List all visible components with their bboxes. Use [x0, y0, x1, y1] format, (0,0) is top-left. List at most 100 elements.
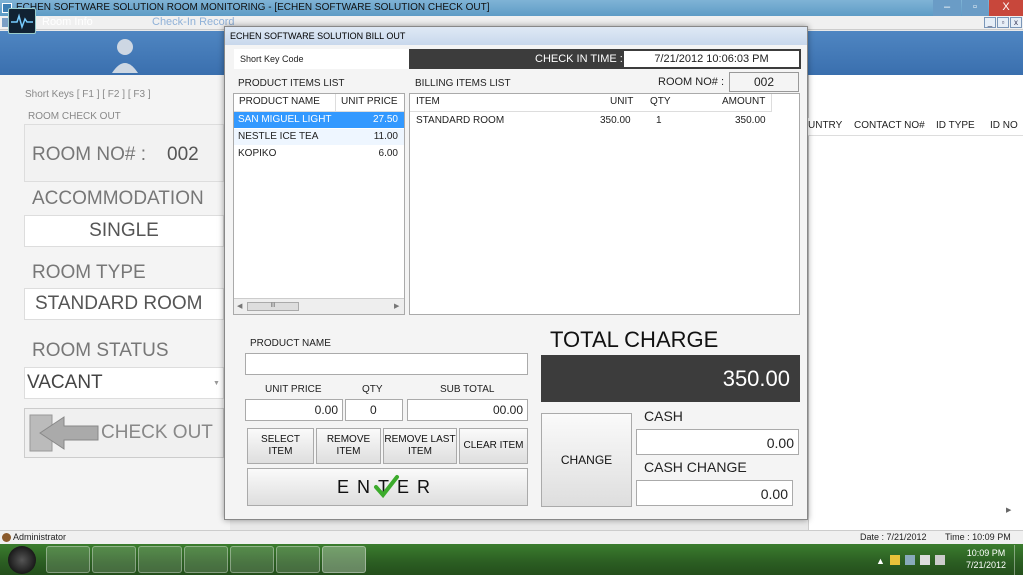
col-product-name: PRODUCT NAME: [239, 96, 320, 107]
accommodation-label: ACCOMMODATION: [32, 188, 204, 209]
status-date: Date : 7/21/2012: [860, 532, 927, 542]
explorer-icon[interactable]: [46, 546, 90, 573]
media-player-icon[interactable]: [92, 546, 136, 573]
guest-grid-header: UNTRY CONTACT NO# ID TYPE ID NO: [808, 118, 1023, 136]
room-status-label: ROOM STATUS: [32, 340, 169, 361]
close-button[interactable]: X: [989, 0, 1023, 16]
billing-list-label: BILLING ITEMS LIST: [415, 78, 511, 89]
app-icon[interactable]: [184, 546, 228, 573]
product-list: PRODUCT NAME UNIT PRICE SAN MIGUEL LIGHT…: [233, 93, 405, 315]
cash-label: CASH: [644, 408, 683, 424]
qty-input[interactable]: 0: [345, 399, 403, 421]
start-button[interactable]: [8, 546, 36, 574]
col-id-type: ID TYPE: [936, 120, 975, 131]
tray-clock[interactable]: 10:09 PM 7/21/2012: [962, 547, 1010, 571]
network-icon: [905, 555, 915, 565]
dropdown-arrow-icon: ▼: [213, 380, 220, 387]
cash-input[interactable]: 0.00: [636, 429, 799, 455]
room-monitor-taskbar-icon[interactable]: [322, 546, 366, 573]
mdi-close-button[interactable]: x: [1010, 17, 1022, 28]
check-in-value: 7/21/2012 10:06:03 PM: [624, 51, 799, 67]
product-list-label: PRODUCT ITEMS LIST: [238, 78, 345, 89]
guest-grid: [808, 75, 1023, 530]
col-contact: CONTACT NO#: [854, 120, 925, 131]
col-qty: QTY: [650, 96, 671, 107]
volume-icon: [935, 555, 945, 565]
mdi-minimize-button[interactable]: _: [984, 17, 996, 28]
col-id-no: ID NO: [990, 120, 1018, 131]
qty-label: QTY: [362, 384, 383, 395]
accommodation-field[interactable]: SINGLE: [24, 215, 224, 247]
user-icon: [2, 533, 11, 542]
minimize-button[interactable]: –: [933, 0, 961, 16]
scroll-right-icon[interactable]: ▶: [1006, 506, 1011, 514]
status-bar: Administrator Date : 7/21/2012 Time : 10…: [0, 530, 1023, 544]
subtotal-label: SUB TOTAL: [440, 384, 495, 395]
product-row[interactable]: SAN MIGUEL LIGHT 27.50: [234, 112, 404, 128]
billing-list-header: ITEM UNIT QTY AMOUNT: [410, 94, 772, 112]
check-in-label: CHECK IN TIME :: [535, 53, 623, 65]
total-charge-label: TOTAL CHARGE: [550, 327, 719, 352]
show-desktop-button[interactable]: [1014, 545, 1023, 575]
subtotal-input[interactable]: 00.00: [407, 399, 528, 421]
flag-icon: [890, 555, 900, 565]
clock-date: 7/21/2012: [965, 560, 1007, 570]
cash-change-label: CASH CHANGE: [644, 459, 747, 475]
product-row[interactable]: NESTLE ICE TEA 11.00: [234, 129, 404, 145]
room-status-select[interactable]: VACANT: [24, 367, 224, 399]
product-name-input[interactable]: [245, 353, 528, 375]
mdi-restore-button[interactable]: ▫: [997, 17, 1009, 28]
room-no-value: 002: [167, 144, 199, 165]
check-out-button[interactable]: CHECK OUT: [24, 408, 224, 458]
check-out-label: CHECK OUT: [101, 422, 213, 443]
product-list-hscrollbar[interactable]: ◀ III ▶: [234, 298, 404, 314]
billing-list: ITEM UNIT QTY AMOUNT STANDARD ROOM 350.0…: [409, 93, 800, 315]
remove-last-item-button[interactable]: REMOVE LAST ITEM: [383, 428, 457, 464]
clear-item-button[interactable]: CLEAR ITEM: [459, 428, 528, 464]
product-list-header: PRODUCT NAME UNIT PRICE: [234, 94, 404, 112]
bill-out-dialog: ECHEN SOFTWARE SOLUTION BILL OUT Short K…: [224, 26, 808, 520]
status-time: Time : 10:09 PM: [945, 532, 1011, 542]
restore-button[interactable]: ▫: [962, 0, 988, 16]
clock-time: 10:09 PM: [966, 548, 1006, 558]
scroll-left-icon[interactable]: ◀: [237, 302, 242, 310]
col-amount: AMOUNT: [722, 96, 766, 107]
product-name-label: PRODUCT NAME: [250, 338, 331, 349]
exit-arrow-icon: [29, 414, 99, 452]
col-item: ITEM: [416, 96, 440, 107]
tray-icons[interactable]: [890, 554, 946, 566]
col-country: UNTRY: [808, 120, 843, 131]
unit-price-input[interactable]: 0.00: [245, 399, 343, 421]
checkin-record-button[interactable]: Check-In Record: [152, 16, 235, 28]
heartbeat-icon[interactable]: [8, 8, 36, 34]
total-charge-value: 350.00: [541, 355, 800, 402]
scroll-thumb[interactable]: III: [247, 302, 299, 311]
scroll-right-icon[interactable]: ▶: [394, 302, 399, 310]
notepad-icon[interactable]: [230, 546, 274, 573]
photoshop-icon[interactable]: [276, 546, 320, 573]
short-key-tab[interactable]: Short Key Code: [234, 49, 409, 69]
short-keys-label: Short Keys [ F1 ] [ F2 ] [ F3 ]: [25, 89, 151, 100]
battery-icon: [920, 555, 930, 565]
room-type-label: ROOM TYPE: [32, 262, 146, 283]
user-icon[interactable]: [110, 33, 140, 73]
checkmark-icon: [374, 475, 399, 499]
modal-room-no-label: ROOM NO# :: [658, 76, 725, 88]
col-unit-price: UNIT PRICE: [341, 96, 398, 107]
unit-price-label: UNIT PRICE: [265, 384, 322, 395]
chrome-icon[interactable]: [138, 546, 182, 573]
room-type-field[interactable]: STANDARD ROOM: [24, 288, 224, 320]
select-item-button[interactable]: SELECT ITEM: [247, 428, 314, 464]
window-title-bar: ECHEN SOFTWARE SOLUTION ROOM MONITORING …: [0, 0, 1023, 16]
window-title: ECHEN SOFTWARE SOLUTION ROOM MONITORING …: [16, 2, 490, 13]
section-label: ROOM CHECK OUT: [28, 111, 121, 122]
product-row[interactable]: KOPIKO 6.00: [234, 146, 404, 162]
dialog-title: ECHEN SOFTWARE SOLUTION BILL OUT: [225, 27, 807, 45]
status-user: Administrator: [13, 532, 67, 542]
col-unit: UNIT: [610, 96, 634, 107]
tray-expand-icon[interactable]: ▲: [876, 556, 885, 566]
remove-item-button[interactable]: REMOVE ITEM: [316, 428, 381, 464]
billing-row[interactable]: STANDARD ROOM 350.00 1 350.00: [410, 113, 772, 129]
room-info-button[interactable]: Room Info: [42, 16, 93, 28]
change-button[interactable]: CHANGE: [541, 413, 632, 507]
